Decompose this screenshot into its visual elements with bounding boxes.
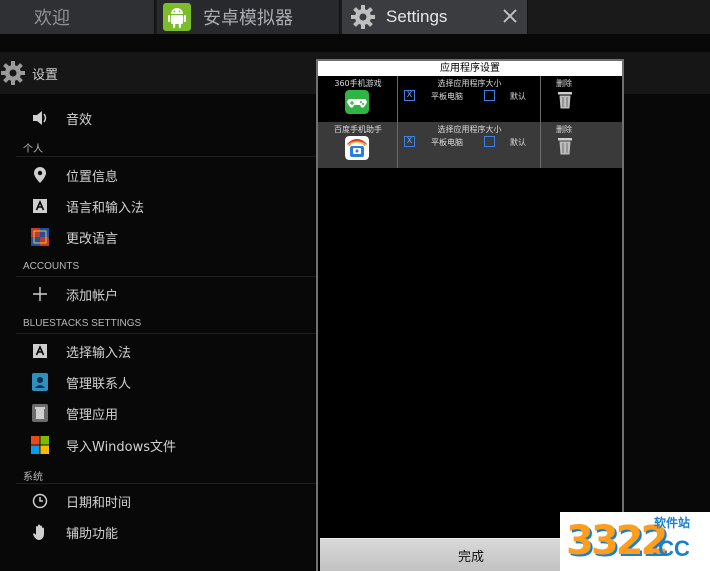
- size-label: 选择应用程序大小: [437, 79, 502, 88]
- settings-item-label: 导入Windows文件: [66, 439, 177, 455]
- page-title: 设置: [32, 67, 59, 83]
- settings-item-date-time[interactable]: 日期和时间: [0, 489, 320, 513]
- watermark-text: 软件站: [654, 516, 691, 530]
- settings-item-sound[interactable]: 音效: [0, 106, 320, 130]
- settings-item-select-input[interactable]: 选择输入法: [0, 339, 320, 363]
- watermark-domain: .CC: [652, 536, 690, 561]
- contacts-icon: [31, 373, 49, 391]
- settings-item-label: 语言和输入法: [66, 200, 145, 216]
- default-option-label: 默认: [510, 138, 526, 147]
- tab-label: 安卓模拟器: [203, 8, 293, 29]
- location-pin-icon: [31, 166, 49, 184]
- size-cell: 选择应用程序大小 X 平板电脑 默认: [398, 122, 541, 168]
- app-row: 360手机游戏 选择应用程序大小 X 平板电脑 默认 删除: [318, 76, 622, 122]
- keyboard-a-icon: [31, 197, 49, 215]
- tablet-checkbox[interactable]: X: [404, 90, 415, 101]
- app-name: 360手机游戏: [334, 79, 382, 88]
- divider: [16, 276, 316, 277]
- settings-item-change-language[interactable]: 更改语言: [0, 225, 320, 249]
- windows-logo-icon: [31, 436, 49, 454]
- plus-icon: [31, 285, 49, 303]
- app-cell: 百度手机助手: [318, 122, 398, 168]
- section-header: 系统: [23, 472, 43, 483]
- language-flag-icon: [31, 228, 49, 246]
- watermark-number: 3322: [566, 518, 668, 564]
- divider: [16, 333, 316, 334]
- settings-item-manage-apps[interactable]: 管理应用: [0, 401, 320, 425]
- delete-label: 删除: [556, 125, 572, 134]
- tab-android-emulator[interactable]: 安卓模拟器: [157, 0, 340, 34]
- tab-settings[interactable]: Settings: [342, 0, 528, 34]
- gear-icon: [351, 5, 375, 29]
- delete-cell: 删除: [541, 122, 622, 168]
- settings-item-add-account[interactable]: 添加帐户: [0, 282, 320, 306]
- tab-welcome[interactable]: 欢迎: [0, 0, 155, 34]
- divider: [16, 483, 316, 484]
- app-name: 百度手机助手: [334, 125, 382, 134]
- settings-item-label: 管理应用: [66, 407, 119, 423]
- section-header: BLUESTACKS SETTINGS: [23, 318, 142, 329]
- app-cell: 360手机游戏: [318, 76, 398, 122]
- size-label: 选择应用程序大小: [437, 125, 502, 134]
- size-cell: 选择应用程序大小 X 平板电脑 默认: [398, 76, 541, 122]
- delete-cell: 删除: [541, 76, 622, 122]
- speaker-icon: [31, 109, 49, 127]
- default-checkbox[interactable]: [484, 90, 495, 101]
- settings-item-label: 辅助功能: [66, 526, 119, 542]
- tab-bar: 欢迎 安卓模拟器 Settings: [0, 0, 710, 34]
- app-settings-dialog: 应用程序设置 360手机游戏 选择应用程序大小 X 平板电脑 默认 删除 百度手…: [316, 59, 624, 571]
- tab-label: Settings: [386, 7, 448, 26]
- settings-item-language-input[interactable]: 语言和输入法: [0, 194, 320, 218]
- default-option-label: 默认: [510, 92, 526, 101]
- settings-item-label: 更改语言: [66, 231, 119, 247]
- tablet-checkbox[interactable]: X: [404, 136, 415, 147]
- settings-item-location[interactable]: 位置信息: [0, 163, 320, 187]
- keyboard-a-icon: [31, 342, 49, 360]
- tab-label: 欢迎: [34, 8, 70, 29]
- divider: [16, 156, 316, 157]
- settings-item-accessibility[interactable]: 辅助功能: [0, 520, 320, 544]
- section-header: 个人: [23, 144, 43, 155]
- default-checkbox[interactable]: [484, 136, 495, 147]
- settings-item-import-windows[interactable]: 导入Windows文件: [0, 433, 320, 457]
- app-row: 百度手机助手 选择应用程序大小 X 平板电脑 默认 删除: [318, 122, 622, 168]
- baidu-assistant-icon: [345, 136, 369, 160]
- dialog-title: 应用程序设置: [318, 61, 622, 76]
- trash-icon[interactable]: [558, 91, 572, 109]
- android-icon: [163, 3, 191, 31]
- gear-icon: [1, 61, 25, 85]
- section-header: ACCOUNTS: [23, 261, 80, 272]
- settings-item-label: 位置信息: [66, 169, 119, 185]
- trash-icon[interactable]: [558, 137, 572, 155]
- apps-trash-icon: [31, 404, 49, 422]
- settings-item-contacts[interactable]: 管理联系人: [0, 370, 320, 394]
- clock-icon: [31, 492, 49, 510]
- close-icon[interactable]: [499, 5, 521, 27]
- gamepad-icon: [345, 90, 369, 114]
- site-watermark-logo: 3322 软件站 .CC: [560, 512, 710, 571]
- settings-item-label: 选择输入法: [66, 345, 132, 361]
- settings-item-label: 添加帐户: [66, 288, 119, 304]
- tablet-option-label: 平板电脑: [431, 138, 463, 147]
- settings-item-label: 音效: [66, 112, 93, 128]
- tablet-option-label: 平板电脑: [431, 92, 463, 101]
- settings-item-label: 日期和时间: [66, 495, 132, 511]
- hand-icon: [31, 523, 49, 541]
- delete-label: 删除: [556, 79, 572, 88]
- settings-item-label: 管理联系人: [66, 376, 132, 392]
